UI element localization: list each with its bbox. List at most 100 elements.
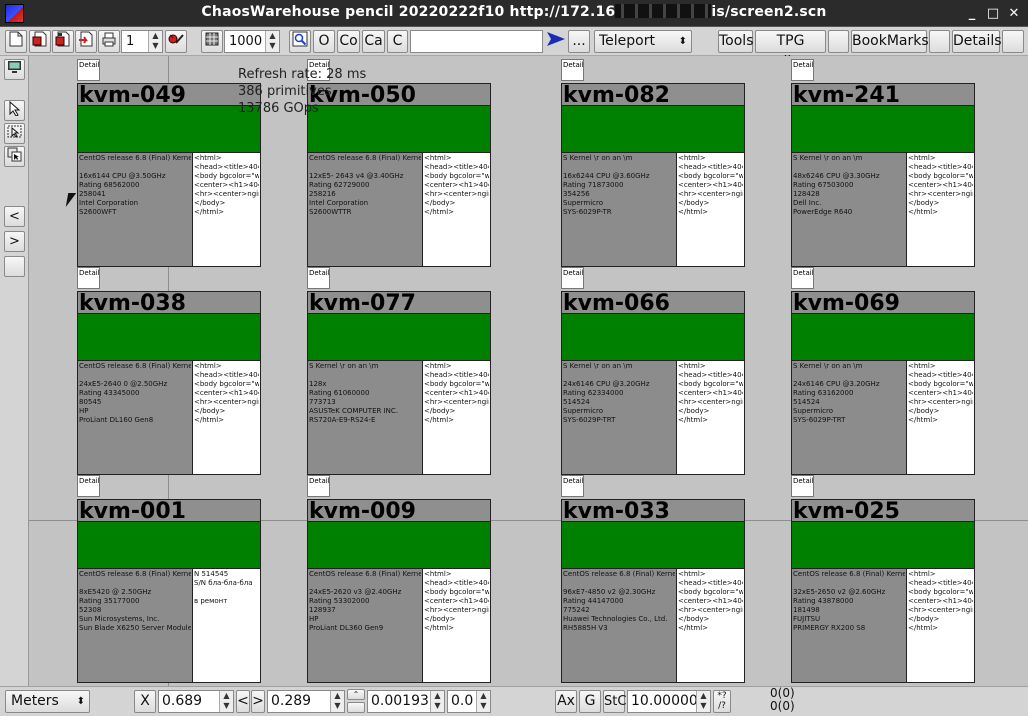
ca-button[interactable]: Ca xyxy=(362,30,385,53)
stepper-arrows-icon[interactable]: ▲ ▼ xyxy=(148,31,162,52)
print-icon[interactable] xyxy=(98,30,120,53)
detail-button[interactable]: Detail xyxy=(77,475,100,497)
server-node[interactable]: Detail kvm-077 S Kernel \r on an \m 128x Rat… xyxy=(307,267,491,477)
minimize-button[interactable]: _ xyxy=(964,6,980,22)
server-node[interactable]: Detail kvm-069 S Kernel \r on an \m 24x6146… xyxy=(791,267,975,477)
detail-button[interactable]: Detail xyxy=(561,475,584,497)
o-button[interactable]: O xyxy=(313,30,335,53)
maximize-button[interactable]: □ xyxy=(985,6,1001,22)
new-file-icon[interactable] xyxy=(5,30,27,53)
detail-button[interactable]: Detail xyxy=(561,59,584,81)
zoom-fit-icon[interactable] xyxy=(289,30,311,53)
units-select-value: Meters xyxy=(11,693,59,709)
server-node[interactable]: Detail kvm-082 S Kernel \r on an \m 16x6244… xyxy=(561,59,745,269)
stc-button[interactable]: StC xyxy=(603,690,626,713)
detail-button[interactable]: Detail xyxy=(791,267,814,289)
scene-canvas[interactable]: Refresh rate: 28 ms 386 primitives 13786… xyxy=(29,56,1028,686)
server-node[interactable]: Detail kvm-049 CentOS release 6.8 (Final) … xyxy=(77,59,261,269)
settings-tools-icon[interactable] xyxy=(165,30,187,53)
response-line: <center><h1>404 xyxy=(908,597,973,605)
window-titlebar: ChaosWarehouse pencil 20220222f10 http:/… xyxy=(0,0,1028,27)
units-select[interactable]: Meters ⬍ xyxy=(5,690,90,713)
node-http-response: <html> <head><title>404 <body bgcolor="wh <… xyxy=(423,152,491,267)
server-node[interactable]: Detail kvm-241 S Kernel \r on an \m 48x6246… xyxy=(791,59,975,269)
stepper-arrows-icon[interactable]: ▲ ▼ xyxy=(265,31,279,52)
y-coordinate-field[interactable]: 0.289 ▲ ▼ xyxy=(267,690,345,713)
stepper-arrows-icon[interactable]: ▲ ▼ xyxy=(430,691,444,712)
server-node[interactable]: Detail kvm-009 CentOS release 6.8 (Final) … xyxy=(307,475,491,685)
stepper-arrows-icon[interactable]: ▲ ▼ xyxy=(219,691,233,712)
server-node[interactable]: Detail kvm-050 CentOS release 6.8 (Final) … xyxy=(307,59,491,269)
pointer-select-icon[interactable] xyxy=(4,100,25,121)
detail-button[interactable]: Detail xyxy=(307,475,330,497)
detail-button[interactable]: Detail xyxy=(791,59,814,81)
response-line: <center><h1>404 xyxy=(194,389,259,397)
page-stepper[interactable]: 1 ▲ ▼ xyxy=(121,30,163,53)
x-axis-button[interactable]: X xyxy=(134,690,156,713)
info-line: Rating 43345000 xyxy=(79,389,140,397)
search-input[interactable] xyxy=(410,30,543,53)
z-coordinate-field[interactable]: 0.00193 ▲ ▼ xyxy=(367,690,445,713)
server-node[interactable]: Detail kvm-001 CentOS release 6.8 (Final) … xyxy=(77,475,261,685)
down-toggle-button[interactable] xyxy=(347,702,365,713)
response-line: </body> xyxy=(194,407,226,415)
fraction-toggle-icon[interactable]: *?/? xyxy=(713,690,731,713)
bookmarks-button[interactable]: BookMarks xyxy=(851,30,929,53)
x-coordinate-field[interactable]: 0.689 ▲ ▼ xyxy=(158,690,234,713)
info-line: SYS-6029P-TRT xyxy=(793,416,846,424)
detail-button[interactable]: Detail xyxy=(77,59,100,81)
detail-button[interactable]: Detail xyxy=(561,267,584,289)
c-button[interactable]: C xyxy=(387,30,408,53)
teleport-select[interactable]: Teleport ⬍ xyxy=(594,30,692,53)
tools-button[interactable]: Tools xyxy=(718,30,754,53)
next-button[interactable]: > xyxy=(4,231,25,252)
blank-tool-button[interactable] xyxy=(4,256,25,277)
move-select-icon[interactable] xyxy=(4,123,25,144)
up-toggle-button[interactable]: ⌃ xyxy=(347,689,365,700)
multi-select-icon[interactable] xyxy=(4,146,25,167)
save-as-icon[interactable] xyxy=(52,30,74,53)
server-node[interactable]: Detail kvm-066 S Kernel \r on an \m 24x6146… xyxy=(561,267,745,477)
grid-chip-icon[interactable] xyxy=(201,30,223,53)
server-node[interactable]: Detail kvm-025 CentOS release 6.8 (Final) … xyxy=(791,475,975,685)
blank-toggle-button[interactable] xyxy=(1002,30,1024,53)
info-line: Intel Corporation xyxy=(309,199,369,207)
count-stepper[interactable]: 1000 ▲ ▼ xyxy=(224,30,280,53)
blank-toggle-button[interactable] xyxy=(828,30,849,53)
info-line xyxy=(309,579,421,588)
detail-button[interactable]: Detail xyxy=(307,59,330,81)
info-line: Rating 43878000 xyxy=(793,597,854,605)
server-node[interactable]: Detail kvm-033 CentOS release 6.8 (Final) … xyxy=(561,475,745,685)
ax-button[interactable]: Ax xyxy=(555,690,577,713)
increment-button[interactable]: > xyxy=(251,690,265,713)
stepper-arrows-icon[interactable]: ▲ ▼ xyxy=(476,691,490,712)
info-line: ASUSTeK COMPUTER INC. xyxy=(309,407,398,415)
prev-button[interactable]: < xyxy=(4,206,25,227)
updown-chevron-icon: ⬍ xyxy=(76,696,85,707)
send-arrow-icon[interactable] xyxy=(545,30,567,53)
node-hardware-info: CentOS release 6.8 (Final) Kernel 24xE5-2… xyxy=(307,568,423,683)
info-line: 354256 xyxy=(563,190,590,198)
server-node[interactable]: Detail kvm-038 CentOS release 6.8 (Final) … xyxy=(77,267,261,477)
w-value-field[interactable]: 0.0 ▲ ▼ xyxy=(447,690,491,713)
g-button[interactable]: G xyxy=(579,690,601,713)
tpg-editor-button[interactable]: TPG editor xyxy=(755,30,826,70)
detail-button[interactable]: Detail xyxy=(77,267,100,289)
decrement-button[interactable]: < xyxy=(236,690,250,713)
close-button[interactable]: ✕ xyxy=(1006,6,1022,22)
response-line: </html> xyxy=(194,416,225,424)
details-button[interactable]: Details xyxy=(952,30,1002,53)
ellipsis-button[interactable]: ... xyxy=(568,30,590,53)
info-line: ProLiant DL160 Gen8 xyxy=(79,416,154,424)
co-button[interactable]: Co xyxy=(337,30,360,53)
info-line: 16x6244 CPU @3.60GHz xyxy=(563,172,650,180)
stepper-arrows-icon[interactable]: ▲ ▼ xyxy=(696,691,710,712)
monitor-icon[interactable] xyxy=(4,59,25,80)
scale-field[interactable]: 10.00000 ▲ ▼ xyxy=(627,690,711,713)
save-file-icon[interactable] xyxy=(29,30,51,53)
stepper-arrows-icon[interactable]: ▲ ▼ xyxy=(330,691,344,712)
blank-toggle-button[interactable] xyxy=(929,30,950,53)
detail-button[interactable]: Detail xyxy=(307,267,330,289)
export-icon[interactable] xyxy=(75,30,97,53)
detail-button[interactable]: Detail xyxy=(791,475,814,497)
